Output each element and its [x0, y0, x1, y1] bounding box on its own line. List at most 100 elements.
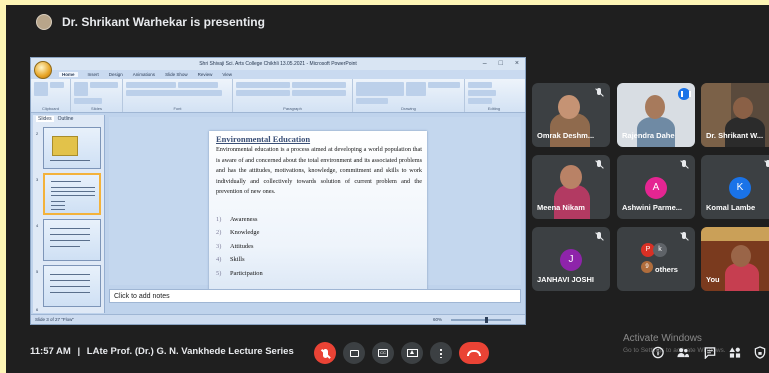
thumb-number: 4: [36, 223, 39, 228]
ppt-tab-design[interactable]: Design: [109, 72, 123, 77]
slide-editing-area: Environmental Education Environmental ed…: [109, 117, 521, 295]
list-item: 1) Awareness: [216, 216, 258, 223]
presenting-banner: Dr. Shrikant Warhekar is presenting: [6, 5, 769, 39]
captions-button[interactable]: CC: [372, 342, 394, 364]
people-button[interactable]: [676, 346, 690, 359]
notes-pane[interactable]: Click to add notes: [109, 289, 521, 303]
participant-avatar: k: [653, 243, 667, 257]
slide-counter: Slide 3 of 27 "Flow": [35, 317, 74, 322]
presenting-text: Dr. Shrikant Warhekar is presenting: [62, 15, 265, 29]
participant-avatar: K: [729, 177, 751, 199]
participant-avatar: A: [645, 177, 667, 199]
more-options-button[interactable]: [430, 342, 452, 364]
self-tile[interactable]: You: [701, 227, 769, 291]
camera-icon: [349, 349, 359, 357]
participant-tile[interactable]: Rajendra Dahe: [617, 83, 695, 147]
participant-avatar: J: [560, 249, 582, 271]
minimize-icon[interactable]: –: [483, 58, 487, 70]
shapes-icon: [729, 347, 741, 358]
ppt-title-bar: Shri Shivaji Sci. Arts College Chikhli 1…: [31, 58, 525, 70]
slide-thumbnail[interactable]: [43, 219, 101, 261]
thumb-number: 3: [36, 177, 39, 182]
ribbon-group-label: Drawing: [401, 106, 416, 111]
slide-thumbnail[interactable]: [43, 127, 101, 169]
meeting-title: LAte Prof. (Dr.) G. N. Vankhede Lecture …: [86, 346, 294, 357]
participant-tile[interactable]: A Ashwini Parme...: [617, 155, 695, 219]
people-icon: [677, 348, 690, 358]
participant-tile[interactable]: Dr. Shrikant W...: [701, 83, 769, 147]
participant-name: Meena Nikam: [537, 203, 585, 212]
ppt-workspace: Slides Outline 2 3 4 5 6 Environmental E…: [31, 113, 525, 315]
meet-window: Dr. Shrikant Warhekar is presenting Shri…: [6, 5, 769, 373]
ribbon-group-paragraph[interactable]: Paragraph: [233, 79, 353, 112]
speaking-indicator-icon: [678, 88, 691, 100]
ribbon-group-label: Editing: [487, 106, 501, 111]
ppt-tab-view[interactable]: View: [222, 72, 232, 77]
ribbon-group-drawing[interactable]: Drawing: [353, 79, 465, 112]
ribbon-group-label: Slides: [91, 106, 102, 111]
meeting-time: 11:57 AM: [30, 346, 71, 357]
others-count-badge: 9: [641, 261, 653, 273]
ppt-tab-insert[interactable]: Insert: [88, 72, 99, 77]
zoom-slider[interactable]: [451, 317, 511, 323]
separator: |: [77, 346, 81, 357]
mic-off-icon: [594, 88, 604, 98]
participant-tile[interactable]: Meena Nikam: [532, 155, 610, 219]
ppt-tab-review[interactable]: Review: [198, 72, 213, 77]
list-item: 2) Knowledge: [216, 229, 260, 237]
ppt-tab-animations[interactable]: Animations: [133, 72, 155, 77]
slide-title: Environmental Education: [216, 134, 311, 144]
participant-tile[interactable]: K Komal Lambe: [701, 155, 769, 219]
ppt-ribbon: Clipboard Slides Font Paragraph Drawing …: [31, 79, 525, 113]
ribbon-group-label: Clipboard: [41, 106, 60, 111]
close-icon[interactable]: ×: [515, 58, 519, 70]
ppt-tab-home[interactable]: Home: [59, 72, 78, 77]
shield-lock-icon: [754, 346, 766, 359]
slide-list: 1) Awareness 2) Knowledge 3) Attitudes 4) Sk…: [216, 216, 263, 283]
participant-name: Komal Lambe: [706, 203, 756, 212]
zoom-slider-knob[interactable]: [485, 317, 489, 323]
mic-off-icon: [679, 160, 689, 170]
presenter-avatar: [36, 14, 52, 30]
participant-tile[interactable]: J JANHAVI JOSHI: [532, 227, 610, 291]
camera-toggle-button[interactable]: [343, 342, 365, 364]
activities-button[interactable]: [728, 346, 742, 359]
present-button[interactable]: [401, 342, 423, 364]
slide-paragraph: Environmental education is a process aim…: [216, 146, 422, 196]
end-call-button[interactable]: [459, 342, 489, 364]
participant-name: You: [706, 275, 720, 284]
present-icon: [406, 349, 418, 357]
mic-toggle-button[interactable]: [314, 342, 336, 364]
host-controls-button[interactable]: [753, 346, 767, 359]
meeting-info: 11:57 AM | LAte Prof. (Dr.) G. N. Vankhe…: [30, 346, 294, 357]
others-tile[interactable]: P k 9 others: [617, 227, 695, 291]
ribbon-group-font[interactable]: Font: [123, 79, 233, 112]
shared-screen[interactable]: Shri Shivaji Sci. Arts College Chikhli 1…: [30, 57, 526, 325]
participant-name: Dr. Shrikant W...: [706, 131, 764, 140]
participant-tile[interactable]: Omrak Deshm...: [532, 83, 610, 147]
ppt-tab-slide-show[interactable]: Slide Show: [165, 72, 188, 77]
thumb-number: 6: [36, 307, 39, 312]
ribbon-group-clipboard[interactable]: Clipboard: [31, 79, 71, 112]
more-vert-icon: [440, 348, 442, 358]
maximize-icon[interactable]: □: [499, 58, 503, 70]
panel-tab-outline[interactable]: Outline: [58, 116, 74, 122]
thumb-number: 2: [36, 131, 39, 136]
thumb-number: 5: [36, 269, 39, 274]
ribbon-group-slides[interactable]: Slides: [71, 79, 123, 112]
captions-icon: CC: [378, 349, 388, 357]
slides-panel[interactable]: Slides Outline 2 3 4 5 6: [33, 115, 105, 313]
participant-name: Rajendra Dahe: [622, 131, 675, 140]
mic-off-icon: [594, 160, 604, 170]
slide-thumbnail[interactable]: [43, 265, 101, 307]
activate-windows-watermark: Activate Windows: [623, 333, 702, 344]
mic-off-icon: [322, 348, 328, 358]
current-slide[interactable]: Environmental Education Environmental ed…: [209, 131, 427, 295]
slide-thumbnail-selected[interactable]: [43, 173, 101, 215]
meeting-details-button[interactable]: [651, 346, 665, 359]
office-button-icon[interactable]: [34, 61, 52, 79]
ribbon-group-editing[interactable]: Editing: [465, 79, 523, 112]
chat-button[interactable]: [703, 346, 717, 360]
mic-off-icon: [594, 232, 604, 242]
panel-tab-slides[interactable]: Slides: [36, 116, 54, 122]
